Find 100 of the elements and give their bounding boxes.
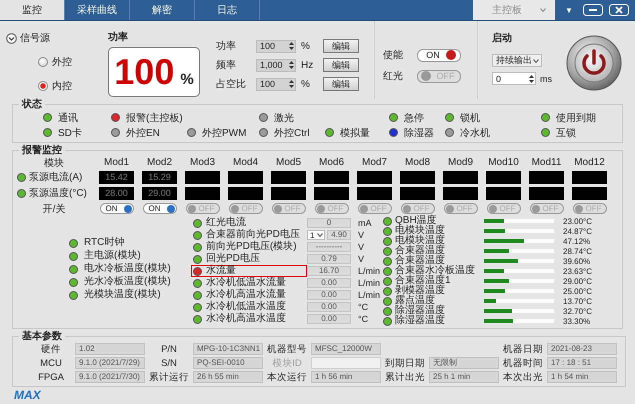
temperature-label: 电模块温度 [395,226,446,236]
switch-label: 使能 [383,48,404,62]
param-label: 功率 [216,40,237,53]
read-only-field: 1 h 54 min [547,371,617,383]
value-display [314,170,349,184]
column-header: Mod10 [488,157,519,168]
temperature-reading: 28.74°C [562,246,592,256]
status-label: 外控EN [126,126,160,140]
temperature-reading: 32.70°C [562,306,592,316]
temperature-reading: 39.60% [562,256,590,266]
temperature-label: 除湿器温度 [395,306,446,316]
number-field[interactable]: 100 [256,78,296,90]
value-display: 15.29 [142,170,177,184]
signal-label: 主电源(模块) [84,251,141,261]
param-label: 占空比 [216,78,247,91]
tab[interactable]: 监控 [0,0,65,20]
power-title: 功率 [108,30,128,44]
unit-label: Hz [300,60,314,70]
edit-button[interactable]: 编辑 [323,58,359,72]
read-only-field: 17 : 18 : 51 [547,357,617,369]
value-display [486,170,521,184]
toggle-switch[interactable]: ON [100,203,134,214]
row-label: 开/关 [42,202,66,216]
temperature-reading: 33.30% [562,316,590,326]
unit-label: mA [357,218,372,228]
sensor-label: 水冷机低温水流量 [206,278,286,288]
collapse-icon[interactable] [6,32,17,44]
field-label: 到期日期 [384,356,426,370]
channel-dropdown[interactable]: 1 [307,230,325,240]
status-label: 急停 [404,112,424,124]
sensor-label: 红光电流 [206,218,246,228]
temperature-label: 露点温度 [395,296,435,306]
group-title: 基本参数 [21,331,63,342]
power-display: 100 % [108,47,200,97]
unit-label: °C [357,302,368,312]
column-header: Mod1 [104,157,129,168]
delay-field[interactable]: 0 [492,72,536,85]
tab[interactable]: 日志 [195,0,260,20]
spinner-icon[interactable] [289,79,294,89]
temperature-label: 合束器温度1 [395,276,452,286]
value-display [572,186,607,200]
spinner-icon[interactable] [529,74,534,84]
status-label: 冷水机 [460,126,490,140]
value-display [529,186,564,200]
column-header: Mod11 [532,157,562,168]
status-label: SD卡 [58,126,82,140]
signal-label: RTC时钟 [84,238,124,248]
tab[interactable]: 解密 [130,0,195,20]
value-display: 16.70 [307,266,351,276]
temperature-label: 除湿器温度 [395,316,446,326]
column-header: Mod9 [448,157,473,168]
status-label: 模拟量 [340,126,370,140]
temperature-label: 合束器水冷板温度 [395,266,476,276]
sensor-label: 水流量 [206,266,236,276]
read-only-field [311,357,381,369]
tab[interactable]: 采样曲线 [65,0,130,20]
signal-label: 电水冷板温度(模块) [84,264,171,274]
read-only-field: 9.1.0 (2021/7/30) [75,371,145,383]
radio-button[interactable] [38,81,48,91]
spinner-icon[interactable] [289,41,294,51]
value-display: 15.42 [99,170,134,184]
number-field[interactable]: 100 [256,40,296,52]
row-label: 泵源电流(A) [29,170,82,184]
mode-dropdown[interactable]: 持续输出 [492,54,542,67]
read-only-field: 25 h 1 min [429,371,499,383]
menu-button[interactable]: ▼ [555,0,583,20]
field-label: MCU [39,358,63,368]
radio-label: 内控 [52,80,72,93]
minimize-icon[interactable] [583,4,603,16]
value-display [271,186,306,200]
field-label: FPGA [37,372,65,382]
column-header: Mod7 [362,157,387,168]
value-display [443,186,478,200]
spinner-icon[interactable] [289,60,294,70]
read-only-field: MPG-10-1C3NN1 [193,343,263,355]
close-icon[interactable] [609,4,629,16]
read-only-field: MFSC_12000W [311,343,381,355]
status-label: 外控PWM [202,126,246,140]
toggle-switch[interactable]: ON [142,203,176,214]
edit-button[interactable]: 编辑 [323,77,359,91]
number-field[interactable]: 1,000 [256,58,296,72]
temperature-label: 电模块温度 [395,236,446,246]
sensor-label: 回光PD电压 [206,254,260,264]
toggle-switch[interactable]: ON [417,48,461,62]
column-header: Mod12 [574,157,605,168]
signal-label: 光模块温度(模块) [84,290,161,300]
field-label: 机器型号 [266,342,308,356]
value-display [443,170,478,184]
sensor-label: 水冷机高温水温度 [206,314,286,324]
value-display: 29.00 [142,186,177,200]
status-label: 外控Ctrl [274,126,310,140]
power-button[interactable] [566,35,622,91]
value-display [314,186,349,200]
value-display [357,186,392,200]
column-header: Mod2 [146,157,172,168]
radio-button[interactable] [38,57,48,67]
field-label: 机器时间 [502,356,544,370]
column-header: 模块 [44,156,64,170]
field-label: 硬件 [40,342,62,356]
edit-button[interactable]: 编辑 [323,39,359,53]
